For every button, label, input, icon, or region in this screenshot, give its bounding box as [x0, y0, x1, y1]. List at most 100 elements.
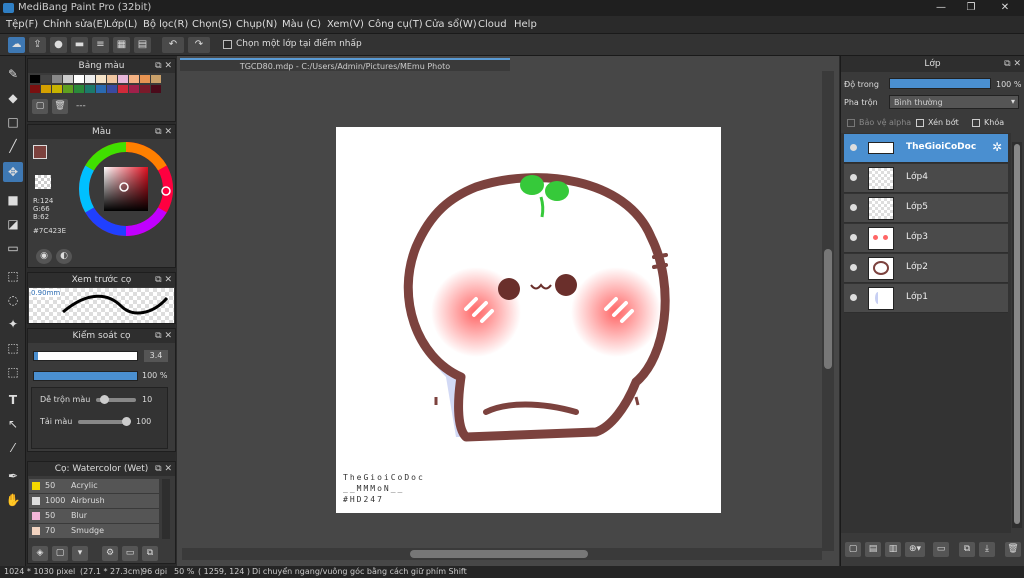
close-window-button[interactable]: ✕ — [990, 0, 1020, 16]
menu-help[interactable]: Help — [514, 19, 537, 30]
brush-list-scrollbar[interactable] — [162, 479, 170, 539]
layer-item-lop2[interactable]: Lớp2 — [844, 254, 1008, 283]
visibility-icon[interactable] — [850, 234, 857, 241]
panel-close-icon[interactable]: ⧉ ✕ — [155, 329, 172, 343]
menu-file[interactable]: Tệp(F) — [6, 19, 38, 30]
select-pen-icon[interactable]: ⬚ — [3, 338, 23, 358]
document-tab[interactable]: TGCD80.mdp - C:/Users/Admin/Pictures/MEm… — [180, 58, 510, 71]
layout-icon[interactable]: ▤ — [134, 37, 151, 53]
add-layer-options-icon[interactable]: ⊕▾ — [905, 542, 925, 557]
gear-icon[interactable]: ✲ — [992, 140, 1002, 154]
comment-icon[interactable]: ▬ — [71, 37, 88, 53]
line-icon[interactable]: ╱ — [3, 136, 23, 156]
layer-item-lop4[interactable]: Lớp4 — [844, 164, 1008, 193]
layer-item-lop1[interactable]: Lớp1 — [844, 284, 1008, 313]
text-icon[interactable]: T — [3, 390, 23, 410]
add-brush-icon[interactable]: ◈ — [32, 546, 48, 561]
new-palette-icon[interactable]: ▢ — [32, 99, 48, 114]
visibility-icon[interactable] — [850, 264, 857, 271]
menu-snap[interactable]: Chụp(N) — [236, 19, 277, 30]
fill-rectangle-icon[interactable]: ■ — [3, 190, 23, 210]
layer-item-lop5[interactable]: Lớp5 — [844, 194, 1008, 223]
palette-swatches[interactable] — [30, 75, 161, 95]
color-settings-icon[interactable]: ◐ — [56, 249, 72, 264]
brush-item[interactable]: 1000 Airbrush — [29, 494, 159, 508]
dropper-icon[interactable]: ✒ — [3, 466, 23, 486]
move-icon[interactable]: ✥ — [3, 162, 23, 182]
rectangle-icon[interactable]: □ — [3, 112, 23, 132]
select-rect-icon[interactable]: ⬚ — [3, 266, 23, 286]
trash-icon[interactable]: 🗑 — [1005, 542, 1021, 557]
pen-icon[interactable]: ✎ — [3, 64, 23, 84]
blend-mode-select[interactable]: Bình thường ▾ — [889, 95, 1019, 109]
undo-button[interactable]: ↶ — [162, 37, 184, 53]
lasso-icon[interactable]: ◌ — [3, 290, 23, 310]
color-palette-icon[interactable]: ◉ — [36, 249, 52, 264]
blend-slider[interactable] — [96, 395, 136, 404]
panel-close-icon[interactable]: ⧉ ✕ — [155, 59, 172, 73]
menu-edit[interactable]: Chỉnh sửa(E) — [43, 19, 107, 30]
panel-close-icon[interactable]: ⧉ ✕ — [1004, 56, 1021, 72]
grid-icon[interactable]: ▦ — [113, 37, 130, 53]
visibility-icon[interactable] — [850, 174, 857, 181]
brush-item[interactable]: 70 Smudge — [29, 524, 159, 538]
folder-icon[interactable]: ▭ — [933, 542, 949, 557]
maximize-button[interactable]: ❐ — [956, 0, 986, 16]
select-layer-checkbox[interactable] — [223, 40, 232, 49]
hand-icon[interactable]: ✋ — [3, 490, 23, 510]
layer-item-thegioicodoc[interactable]: TheGioiCoDoc ✲ — [844, 134, 1008, 163]
minimize-button[interactable]: — — [926, 0, 956, 16]
visibility-icon[interactable] — [850, 294, 857, 301]
brush-size-slider[interactable] — [33, 351, 138, 361]
menu-cloud[interactable]: Cloud — [478, 19, 507, 30]
merge-layer-icon[interactable]: ⤓ — [979, 542, 995, 557]
drawing-canvas[interactable]: TheGioiCoDoc __MMMoN__ #HD247 — [336, 127, 721, 513]
panel-close-icon[interactable]: ⧉ ✕ — [155, 273, 172, 287]
lock-checkbox[interactable] — [972, 119, 980, 127]
menu-color[interactable]: Màu (C) — [282, 19, 321, 30]
bucket-icon[interactable]: ◪ — [3, 214, 23, 234]
brush-item[interactable]: 50 Acrylic — [29, 479, 159, 493]
protect-alpha-checkbox[interactable] — [847, 119, 855, 127]
duplicate-icon[interactable]: ⧉ — [142, 546, 158, 561]
new-brush-icon[interactable]: ▢ — [52, 546, 68, 561]
new-layer-icon[interactable]: ▢ — [845, 542, 861, 557]
menu-layer[interactable]: Lớp(L) — [106, 19, 137, 30]
brush-item[interactable]: 50 Blur — [29, 509, 159, 523]
menu-select[interactable]: Chọn(S) — [192, 19, 232, 30]
visibility-icon[interactable] — [850, 204, 857, 211]
speech-bubble-icon[interactable]: ● — [50, 37, 67, 53]
select-eraser-icon[interactable]: ⬚ — [3, 362, 23, 382]
canvas-area[interactable]: TGCD80.mdp - C:/Users/Admin/Pictures/MEm… — [177, 56, 839, 566]
trash-icon[interactable]: 🗑 — [52, 99, 68, 114]
cloud-icon[interactable]: ☁ — [8, 37, 25, 53]
magic-wand-icon[interactable]: ✦ — [3, 314, 23, 334]
canvas-vertical-scrollbar[interactable] — [822, 71, 834, 551]
transparent-color[interactable] — [35, 175, 51, 189]
brush-size-value[interactable]: 3.4 — [144, 350, 168, 362]
operation-icon[interactable]: ↖ — [3, 414, 23, 434]
foreground-color[interactable] — [33, 145, 47, 159]
panel-close-icon[interactable]: ⧉ ✕ — [155, 462, 172, 476]
brush-opacity-slider[interactable] — [33, 371, 138, 381]
brush-options-icon[interactable]: ▾ — [72, 546, 88, 561]
new-halftone-layer-icon[interactable]: ▤ — [865, 542, 881, 557]
canvas-horizontal-scrollbar[interactable] — [182, 548, 822, 560]
layer-item-lop3[interactable]: Lớp3 — [844, 224, 1008, 253]
layer-opacity-slider[interactable] — [889, 78, 991, 89]
menu-filter[interactable]: Bộ lọc(R) — [143, 19, 188, 30]
panel-close-icon[interactable]: ⧉ ✕ — [155, 125, 172, 139]
color-wheel[interactable] — [78, 141, 174, 237]
menu-view[interactable]: Xem(V) — [327, 19, 364, 30]
brush-settings-icon[interactable]: ⚙ — [102, 546, 118, 561]
layer-list-scrollbar[interactable] — [1012, 142, 1022, 528]
new-8bit-layer-icon[interactable]: ▥ — [885, 542, 901, 557]
upload-icon[interactable]: ⇪ — [29, 37, 46, 53]
document-icon[interactable]: ≡ — [92, 37, 109, 53]
menu-tools[interactable]: Công cụ(T) — [368, 19, 423, 30]
menu-window[interactable]: Cửa sổ(W) — [425, 19, 477, 30]
eyedropper-icon[interactable]: ⁄ — [3, 438, 23, 458]
eraser-icon[interactable]: ◆ — [3, 88, 23, 108]
visibility-icon[interactable] — [850, 144, 857, 151]
folder-icon[interactable]: ▭ — [122, 546, 138, 561]
